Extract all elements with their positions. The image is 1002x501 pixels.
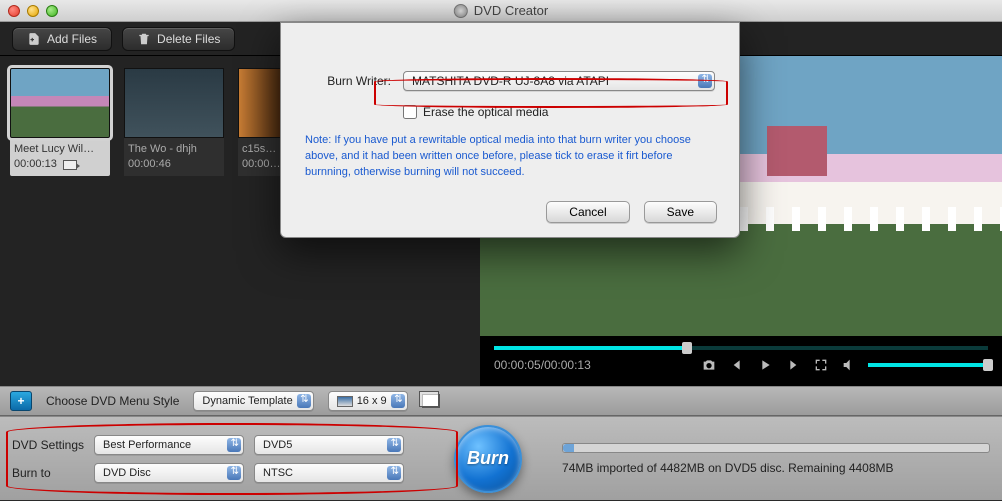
zoom-window-button[interactable] [46, 5, 58, 17]
dvd-settings-label: DVD Settings [12, 438, 84, 452]
window-controls [8, 5, 58, 17]
cancel-button[interactable]: Cancel [546, 201, 629, 223]
disc-type-select[interactable]: DVD5 [254, 435, 404, 455]
time-display: 00:00:05/00:00:13 [494, 358, 591, 372]
capacity-bar [562, 443, 990, 453]
menu-style-bar: + Choose DVD Menu Style Dynamic Template… [0, 386, 1002, 416]
burn-writer-value: MATSHITA DVD-R UJ-8A8 via ATAPI [412, 74, 609, 88]
burn-button[interactable]: Burn [454, 425, 522, 493]
burn-writer-select[interactable]: MATSHITA DVD-R UJ-8A8 via ATAPI [403, 71, 715, 91]
next-button[interactable] [784, 356, 802, 374]
app-icon [454, 4, 468, 18]
footer: DVD Settings Best Performance DVD5 Burn … [0, 416, 1002, 500]
clip-thumbnail [238, 68, 282, 138]
clip-item[interactable]: Meet Lucy Wil… 00:00:13 [10, 68, 110, 176]
save-button[interactable]: Save [644, 201, 717, 223]
format-select[interactable]: NTSC [254, 463, 404, 483]
delete-files-label: Delete Files [157, 32, 220, 46]
clip-title: The Wo - dhjh [128, 142, 220, 157]
delete-files-button[interactable]: Delete Files [122, 27, 235, 51]
clip-item[interactable]: The Wo - dhjh 00:00:46 [124, 68, 224, 176]
window-title-text: DVD Creator [474, 3, 548, 18]
format-value: NTSC [263, 467, 293, 479]
clip-thumbnail [124, 68, 224, 138]
clip-title: c15s… [242, 142, 278, 157]
disc-type-value: DVD5 [263, 439, 292, 451]
aspect-select[interactable]: 16 x 9 [328, 391, 408, 411]
quality-select[interactable]: Best Performance [94, 435, 244, 455]
delete-files-icon [137, 32, 151, 46]
add-files-icon [27, 32, 41, 46]
burn-target-value: DVD Disc [103, 467, 151, 479]
preview-menu-icon[interactable] [422, 394, 440, 408]
aspect-icon [337, 396, 353, 407]
titlebar: DVD Creator [0, 0, 1002, 22]
template-select-value: Dynamic Template [202, 395, 292, 407]
add-files-button[interactable]: Add Files [12, 27, 112, 51]
aspect-select-value: 16 x 9 [357, 395, 387, 407]
template-select[interactable]: Dynamic Template [193, 391, 313, 411]
dialog-note: Note: If you have put a rewritable optic… [305, 133, 705, 181]
burn-writer-dialog: Burn Writer: MATSHITA DVD-R UJ-8A8 via A… [280, 22, 740, 238]
prev-button[interactable] [728, 356, 746, 374]
edit-clip-icon[interactable] [63, 160, 77, 170]
burn-writer-label: Burn Writer: [305, 74, 391, 88]
status-text: 74MB imported of 4482MB on DVD5 disc. Re… [562, 461, 990, 475]
clip-duration: 00:00… [242, 157, 278, 172]
clip-duration: 00:00:13 [14, 157, 57, 172]
settings-grid: DVD Settings Best Performance DVD5 Burn … [12, 435, 404, 483]
burn-button-label: Burn [467, 448, 509, 469]
window-title: DVD Creator [454, 3, 548, 18]
burn-to-label: Burn to [12, 466, 84, 480]
clip-duration: 00:00:46 [128, 157, 220, 172]
minimize-window-button[interactable] [27, 5, 39, 17]
clip-item[interactable]: c15s… 00:00… [238, 68, 282, 176]
volume-icon[interactable] [840, 356, 858, 374]
time-total: 00:00:13 [544, 358, 591, 372]
quality-value: Best Performance [103, 439, 191, 451]
clip-thumbnail [10, 68, 110, 138]
snapshot-button[interactable] [700, 356, 718, 374]
erase-media-checkbox[interactable] [403, 105, 417, 119]
fullscreen-button[interactable] [812, 356, 830, 374]
clip-title: Meet Lucy Wil… [14, 142, 106, 157]
menu-style-label: Choose DVD Menu Style [46, 394, 179, 408]
volume-slider[interactable] [868, 363, 988, 367]
erase-media-label: Erase the optical media [423, 105, 548, 119]
burn-target-select[interactable]: DVD Disc [94, 463, 244, 483]
playback-controls: 00:00:05/00:00:13 [480, 350, 1002, 386]
seek-bar[interactable] [494, 346, 988, 350]
status-panel: 74MB imported of 4482MB on DVD5 disc. Re… [542, 443, 990, 475]
time-current: 00:00:05 [494, 358, 541, 372]
close-window-button[interactable] [8, 5, 20, 17]
add-files-label: Add Files [47, 32, 97, 46]
add-menu-button[interactable]: + [10, 391, 32, 411]
play-button[interactable] [756, 356, 774, 374]
